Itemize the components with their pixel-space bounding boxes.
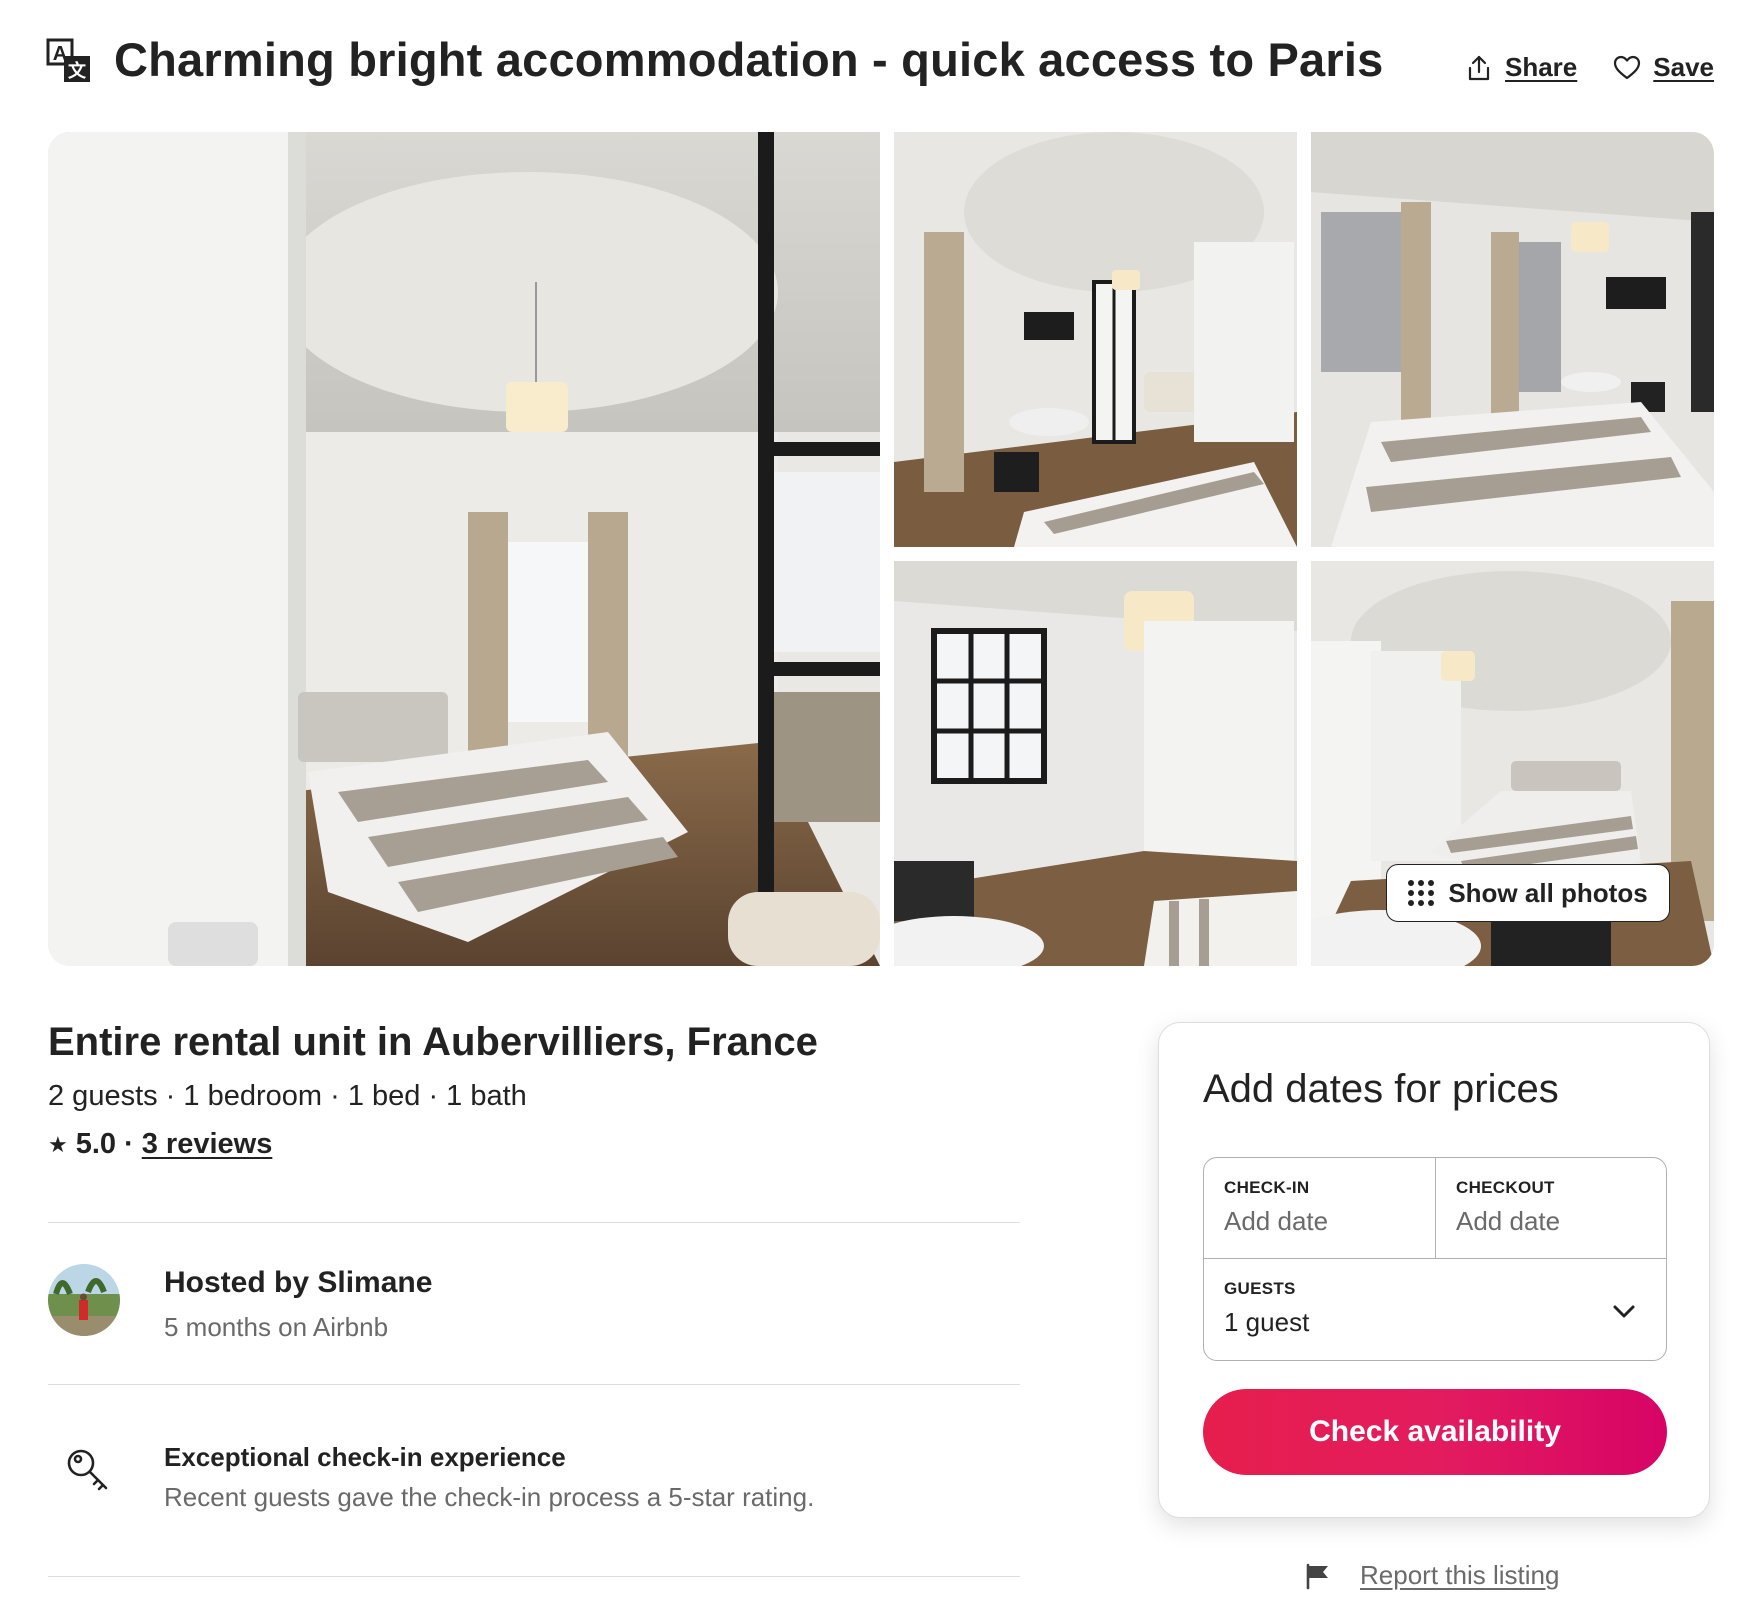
checkout-value: Add date: [1456, 1206, 1561, 1236]
translate-icon[interactable]: A 文: [46, 38, 92, 84]
photo-gallery: Show all photos: [48, 132, 1714, 966]
rating-row: ★ 5.0 · 3 reviews: [48, 1128, 272, 1161]
svg-text:文: 文: [68, 60, 87, 81]
report-label[interactable]: Report this listing: [1360, 1560, 1559, 1591]
feature-description: Recent guests gave the check-in process …: [164, 1482, 815, 1512]
share-label[interactable]: Share: [1505, 52, 1577, 83]
host-section: Hosted by Slimane 5 months on Airbnb: [48, 1264, 948, 1344]
rating-value: 5.0: [75, 1128, 117, 1160]
reviews-link[interactable]: 3 reviews: [142, 1128, 273, 1161]
page-title: Charming bright accommodation - quick ac…: [114, 33, 1384, 86]
checkout-label: CHECKOUT: [1456, 1178, 1555, 1197]
header-actions: Share Save: [1465, 52, 1714, 83]
checkin-field[interactable]: CHECK-IN Add date: [1204, 1158, 1436, 1259]
host-avatar[interactable]: [48, 1264, 120, 1336]
check-availability-button[interactable]: Check availability: [1203, 1389, 1667, 1475]
divider: [48, 1222, 1020, 1223]
guests-select[interactable]: GUESTS 1 guest: [1204, 1259, 1666, 1359]
checkin-feature: Exceptional check-in experience Recent g…: [48, 1440, 1008, 1520]
date-guest-picker: CHECK-IN Add date CHECKOUT Add date GUES…: [1203, 1157, 1667, 1361]
listing-subtitle: Entire rental unit in Aubervilliers, Fra…: [48, 1020, 818, 1064]
report-listing[interactable]: Report this listing: [1304, 1560, 1559, 1591]
checkout-field[interactable]: CHECKOUT Add date: [1436, 1158, 1666, 1259]
guests-label: GUESTS: [1224, 1279, 1296, 1298]
heart-icon: [1614, 55, 1641, 79]
save-label[interactable]: Save: [1653, 52, 1714, 83]
feature-title: Exceptional check-in experience: [164, 1442, 566, 1472]
listing-details: 2 guests · 1 bedroom · 1 bed · 1 bath: [48, 1080, 527, 1112]
guests-value: 1 guest: [1224, 1307, 1310, 1337]
grid-dots-icon: [1408, 880, 1435, 906]
living-area-photo[interactable]: [894, 132, 1297, 547]
host-since: 5 months on Airbnb: [164, 1312, 389, 1342]
key-icon: [67, 1449, 108, 1491]
booking-card: Add dates for prices CHECK-IN Add date C…: [1158, 1022, 1710, 1518]
share-button[interactable]: Share: [1465, 52, 1577, 83]
star-icon: ★: [48, 1131, 68, 1157]
divider: [48, 1576, 1020, 1577]
checkin-label: CHECK-IN: [1224, 1178, 1310, 1197]
listing-header: A 文 Charming bright accommodation - quic…: [46, 28, 1714, 108]
booking-title: Add dates for prices: [1203, 1067, 1559, 1111]
divider: [48, 1384, 1020, 1385]
checkin-value: Add date: [1224, 1206, 1329, 1236]
host-name: Hosted by Slimane: [164, 1266, 433, 1299]
show-all-photos-label: Show all photos: [1448, 877, 1648, 908]
share-icon: [1468, 55, 1490, 80]
show-all-photos-button[interactable]: Show all photos: [1386, 864, 1670, 922]
bed-window-photo[interactable]: [1311, 132, 1714, 547]
main-bedroom-photo[interactable]: [48, 132, 880, 966]
chevron-down-icon: [1613, 1305, 1635, 1318]
save-button[interactable]: Save: [1613, 52, 1714, 83]
rating-separator: ·: [124, 1128, 134, 1160]
glass-partition-photo[interactable]: [894, 561, 1297, 966]
flag-icon: [1306, 1563, 1328, 1589]
